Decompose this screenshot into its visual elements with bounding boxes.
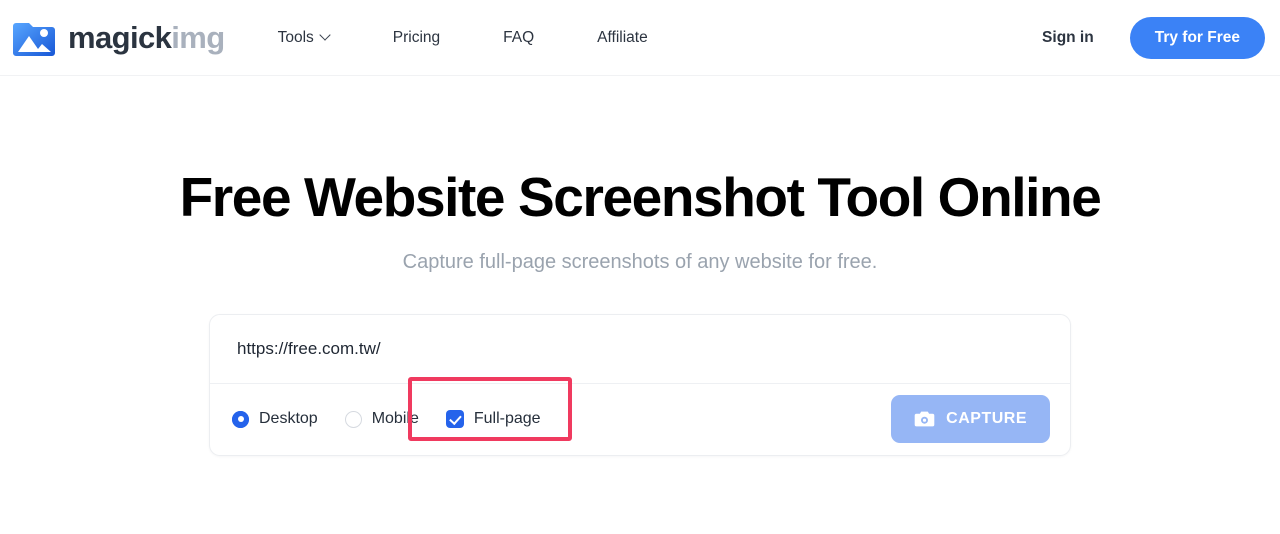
header-actions: Sign in Try for Free (1042, 16, 1265, 59)
brand-logo[interactable]: magickimg (11, 16, 225, 60)
hero-section: Free Website Screenshot Tool Online Capt… (0, 76, 1280, 274)
nav-item-tools[interactable]: Tools (278, 21, 330, 55)
chevron-down-icon (321, 31, 330, 40)
camera-icon (914, 410, 935, 428)
radio-mobile-label: Mobile (371, 410, 419, 428)
capture-button-label: CAPTURE (946, 410, 1027, 428)
nav-label-tools: Tools (277, 28, 314, 46)
nav-item-pricing[interactable]: Pricing (393, 21, 440, 55)
checkbox-option-fullpage[interactable]: Full-page (445, 410, 541, 429)
radio-desktop-label: Desktop (259, 410, 318, 428)
annotation-highlight-box (408, 376, 572, 441)
radio-desktop-icon[interactable] (232, 410, 249, 428)
image-folder-icon (11, 16, 57, 60)
nav-label-pricing: Pricing (392, 28, 441, 46)
radio-option-desktop[interactable]: Desktop (232, 410, 318, 428)
url-input[interactable] (237, 338, 1043, 359)
sign-in-link[interactable]: Sign in (1042, 29, 1094, 47)
checkbox-fullpage-icon[interactable] (445, 410, 464, 429)
url-row (210, 315, 1070, 384)
capture-card: Desktop Mobile Full-page C (209, 313, 1071, 456)
nav-label-affiliate: Affiliate (597, 28, 648, 46)
brand-name-primary: magick (68, 20, 172, 55)
try-for-free-button[interactable]: Try for Free (1129, 16, 1265, 59)
main-nav: Tools Pricing FAQ Affiliate (278, 21, 648, 55)
brand-wordmark: magickimg (68, 22, 225, 53)
page-subtitle: Capture full-page screenshots of any web… (402, 250, 878, 273)
checkbox-fullpage-label: Full-page (473, 410, 541, 428)
capture-card-wrapper: Desktop Mobile Full-page C (0, 313, 1280, 456)
radio-mobile-icon[interactable] (344, 410, 362, 428)
nav-label-faq: FAQ (503, 28, 535, 46)
brand-name-secondary: img (171, 20, 225, 55)
page-title: Free Website Screenshot Tool Online (179, 166, 1102, 228)
nav-item-faq[interactable]: FAQ (503, 21, 534, 55)
options-row: Desktop Mobile Full-page CAPTURE (210, 376, 1070, 455)
site-header: magickimg Tools Pricing FAQ Affiliate Si… (0, 0, 1280, 76)
nav-item-affiliate[interactable]: Affiliate (597, 21, 648, 55)
capture-button[interactable]: CAPTURE (891, 395, 1050, 444)
radio-option-mobile[interactable]: Mobile (344, 410, 419, 428)
